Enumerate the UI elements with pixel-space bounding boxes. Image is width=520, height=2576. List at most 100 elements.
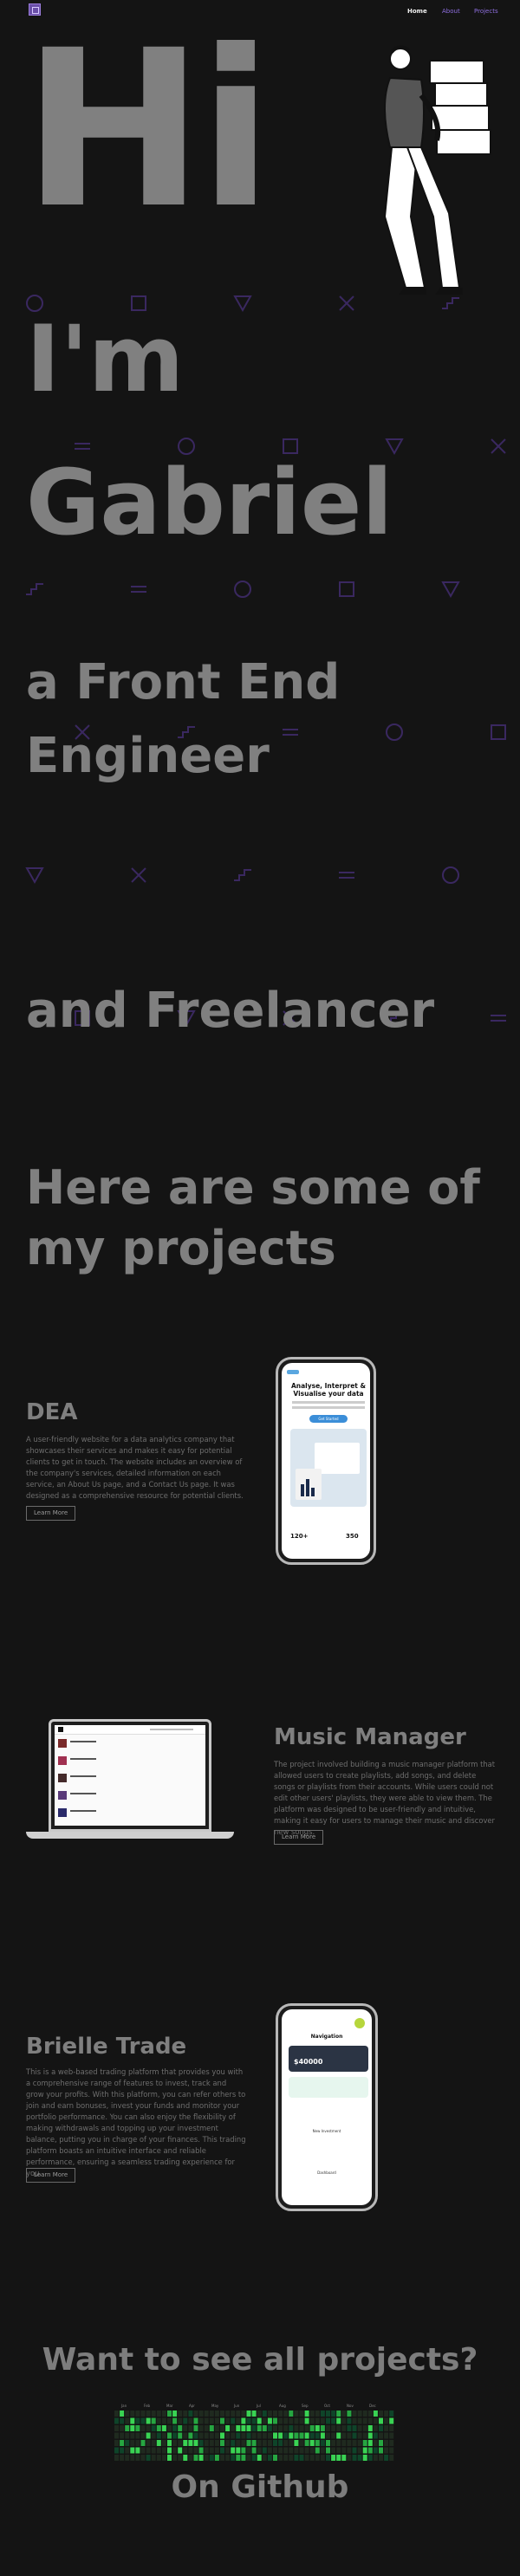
contribution-cell[interactable] [156, 2455, 161, 2461]
contribution-cell[interactable] [135, 2455, 140, 2461]
contribution-cell[interactable] [241, 2432, 246, 2439]
contribution-cell[interactable] [178, 2447, 183, 2454]
contribution-cell[interactable] [373, 2425, 378, 2431]
contribution-cell[interactable] [236, 2447, 241, 2454]
contribution-cell[interactable] [204, 2455, 209, 2461]
contribution-cell[interactable] [193, 2411, 198, 2417]
contribution-cell[interactable] [214, 2417, 219, 2424]
contribution-cell[interactable] [257, 2411, 262, 2417]
contribution-cell[interactable] [283, 2440, 289, 2446]
contribution-cell[interactable] [114, 2425, 119, 2431]
nav-about[interactable]: About [442, 8, 460, 15]
contribution-cell[interactable] [304, 2447, 309, 2454]
contribution-cell[interactable] [225, 2411, 231, 2417]
contribution-cell[interactable] [278, 2411, 283, 2417]
contribution-cell[interactable] [283, 2447, 289, 2454]
contribution-cell[interactable] [246, 2447, 251, 2454]
contribution-cell[interactable] [357, 2417, 362, 2424]
contribution-cell[interactable] [209, 2447, 214, 2454]
contribution-cell[interactable] [167, 2455, 172, 2461]
contribution-cell[interactable] [114, 2432, 119, 2439]
contribution-cell[interactable] [336, 2432, 341, 2439]
contribution-cell[interactable] [120, 2417, 125, 2424]
contribution-cell[interactable] [367, 2411, 373, 2417]
contribution-cell[interactable] [262, 2447, 267, 2454]
contribution-cell[interactable] [379, 2411, 383, 2417]
contribution-cell[interactable] [326, 2432, 330, 2439]
contribution-cell[interactable] [241, 2411, 246, 2417]
contribution-cell[interactable] [362, 2432, 367, 2439]
contribution-cell[interactable] [389, 2417, 394, 2424]
contribution-cell[interactable] [172, 2447, 178, 2454]
contribution-cell[interactable] [146, 2455, 151, 2461]
contribution-cell[interactable] [262, 2432, 267, 2439]
contribution-cell[interactable] [193, 2455, 198, 2461]
contribution-cell[interactable] [267, 2411, 272, 2417]
contribution-cell[interactable] [225, 2455, 231, 2461]
contribution-cell[interactable] [151, 2411, 156, 2417]
contribution-cell[interactable] [267, 2425, 272, 2431]
contribution-cell[interactable] [135, 2411, 140, 2417]
contribution-cell[interactable] [151, 2447, 156, 2454]
contribution-cell[interactable] [183, 2455, 188, 2461]
contribution-cell[interactable] [341, 2432, 347, 2439]
contribution-cell[interactable] [331, 2411, 336, 2417]
logo-icon[interactable] [29, 3, 41, 16]
contribution-cell[interactable] [178, 2411, 183, 2417]
contribution-cell[interactable] [220, 2440, 224, 2446]
contribution-cell[interactable] [367, 2425, 373, 2431]
contribution-cell[interactable] [320, 2417, 325, 2424]
contribution-cell[interactable] [379, 2440, 383, 2446]
contribution-cell[interactable] [198, 2411, 204, 2417]
contribution-cell[interactable] [151, 2440, 156, 2446]
contribution-cell[interactable] [225, 2447, 231, 2454]
contribution-cell[interactable] [161, 2447, 166, 2454]
contribution-cell[interactable] [146, 2447, 151, 2454]
contribution-cell[interactable] [267, 2455, 272, 2461]
contribution-cell[interactable] [151, 2425, 156, 2431]
contribution-cell[interactable] [188, 2440, 193, 2446]
contribution-cell[interactable] [273, 2417, 277, 2424]
contribution-cell[interactable] [373, 2447, 378, 2454]
contribution-cell[interactable] [352, 2425, 357, 2431]
contribution-cell[interactable] [135, 2425, 140, 2431]
contribution-cell[interactable] [188, 2411, 193, 2417]
contribution-cell[interactable] [120, 2411, 125, 2417]
contribution-cell[interactable] [352, 2447, 357, 2454]
contribution-cell[interactable] [267, 2440, 272, 2446]
contribution-cell[interactable] [209, 2425, 214, 2431]
contribution-cell[interactable] [331, 2447, 336, 2454]
contribution-cell[interactable] [178, 2425, 183, 2431]
contribution-cell[interactable] [336, 2440, 341, 2446]
contribution-cell[interactable] [352, 2440, 357, 2446]
contribution-cell[interactable] [156, 2432, 161, 2439]
contribution-cell[interactable] [283, 2425, 289, 2431]
contribution-cell[interactable] [362, 2425, 367, 2431]
contribution-cell[interactable] [231, 2447, 236, 2454]
contribution-cell[interactable] [214, 2411, 219, 2417]
contribution-cell[interactable] [193, 2425, 198, 2431]
contribution-cell[interactable] [236, 2455, 241, 2461]
contribution-cell[interactable] [336, 2425, 341, 2431]
contribution-cell[interactable] [367, 2440, 373, 2446]
contribution-cell[interactable] [198, 2455, 204, 2461]
learn-more-button-brielle-trade[interactable]: Learn More [26, 2168, 76, 2183]
contribution-cell[interactable] [156, 2425, 161, 2431]
contribution-cell[interactable] [140, 2411, 146, 2417]
contribution-cell[interactable] [384, 2411, 389, 2417]
contribution-cell[interactable] [172, 2411, 178, 2417]
contribution-cell[interactable] [167, 2417, 172, 2424]
contribution-cell[interactable] [246, 2411, 251, 2417]
learn-more-button-dea[interactable]: Learn More [26, 1506, 76, 1521]
contribution-cell[interactable] [326, 2440, 330, 2446]
contribution-cell[interactable] [161, 2440, 166, 2446]
contribution-cell[interactable] [267, 2417, 272, 2424]
contribution-cell[interactable] [336, 2447, 341, 2454]
contribution-cell[interactable] [151, 2432, 156, 2439]
contribution-cell[interactable] [140, 2417, 146, 2424]
contribution-cell[interactable] [178, 2440, 183, 2446]
learn-more-button-music-manager[interactable]: Learn More [274, 1830, 324, 1845]
contribution-cell[interactable] [236, 2417, 241, 2424]
contribution-cell[interactable] [125, 2432, 130, 2439]
contribution-cell[interactable] [289, 2447, 294, 2454]
